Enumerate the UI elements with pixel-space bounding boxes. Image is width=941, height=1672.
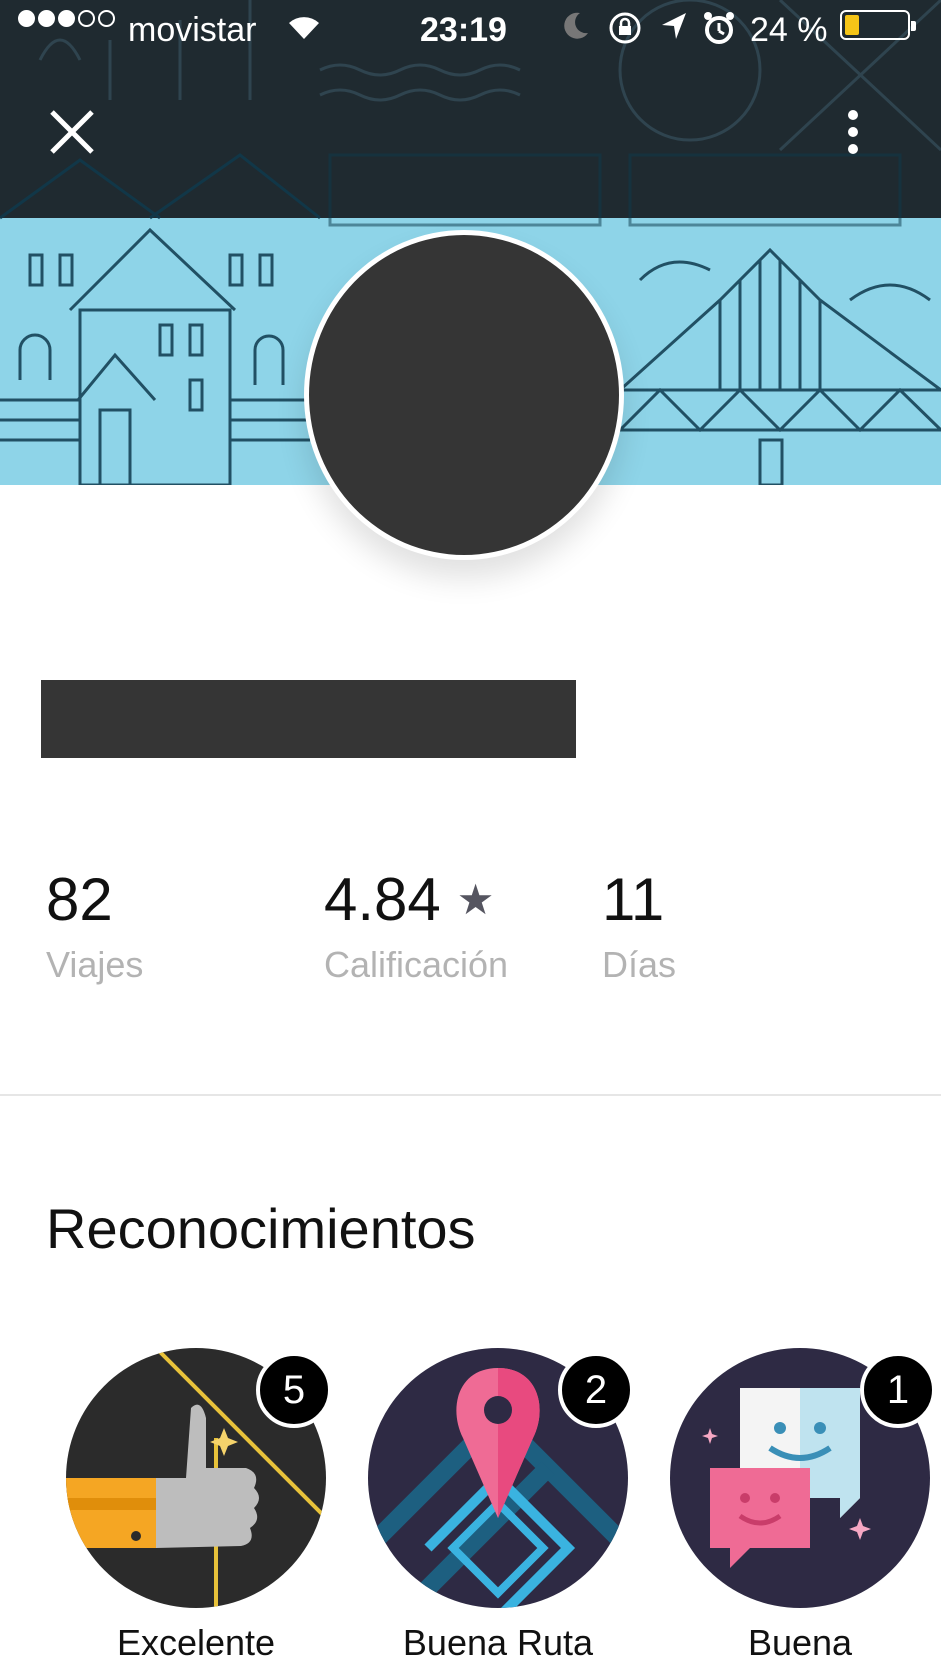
stat-days-label: Días bbox=[602, 944, 677, 985]
rotation-lock-icon bbox=[607, 10, 643, 55]
stat-trips-label: Viajes bbox=[46, 944, 144, 985]
location-arrow-icon bbox=[660, 10, 688, 50]
status-bar: movistar 23:19 24 % bbox=[0, 0, 941, 62]
close-icon bbox=[50, 110, 94, 154]
avatar[interactable] bbox=[304, 230, 624, 560]
badge-good-route[interactable]: 2 Buena Ruta bbox=[368, 1348, 634, 1672]
stat-trips: 82 Viajes bbox=[46, 868, 143, 986]
wifi-icon bbox=[287, 10, 321, 50]
badge-label: Excelente bbox=[116, 1622, 276, 1663]
carrier-name: movistar bbox=[128, 11, 257, 49]
stat-days-value: 11 bbox=[602, 866, 665, 933]
stat-rating: 4.84 ★ Calificación bbox=[324, 868, 508, 986]
stat-trips-value: 82 bbox=[46, 866, 113, 933]
user-name-redacted bbox=[41, 680, 576, 758]
do-not-disturb-icon bbox=[562, 10, 590, 50]
alarm-icon bbox=[702, 10, 736, 55]
star-icon: ★ bbox=[456, 876, 495, 923]
badge-label: Buena bbox=[747, 1622, 853, 1663]
stat-rating-label: Calificación bbox=[324, 944, 509, 985]
cell-signal-icon bbox=[18, 10, 115, 27]
badge-count: 1 bbox=[860, 1352, 936, 1428]
close-button[interactable] bbox=[46, 106, 98, 158]
badge-good-conversation[interactable]: 1 Buena bbox=[670, 1348, 936, 1672]
battery-icon bbox=[840, 10, 916, 40]
stat-rating-value: 4.84 bbox=[324, 866, 441, 933]
stat-days: 11 Días bbox=[602, 868, 676, 986]
badge-count: 2 bbox=[558, 1352, 634, 1428]
badge-label: Buena Ruta bbox=[402, 1622, 594, 1663]
recognitions-title: Reconocimientos bbox=[46, 1197, 476, 1260]
badge-count: 5 bbox=[256, 1352, 332, 1428]
battery-percentage: 24 % bbox=[750, 11, 828, 49]
status-time: 23:19 bbox=[420, 11, 507, 49]
more-options-button[interactable] bbox=[838, 106, 868, 158]
more-vertical-icon bbox=[848, 110, 858, 154]
badge-excellent[interactable]: 5 Excelente bbox=[66, 1348, 332, 1672]
section-divider bbox=[0, 1094, 941, 1096]
